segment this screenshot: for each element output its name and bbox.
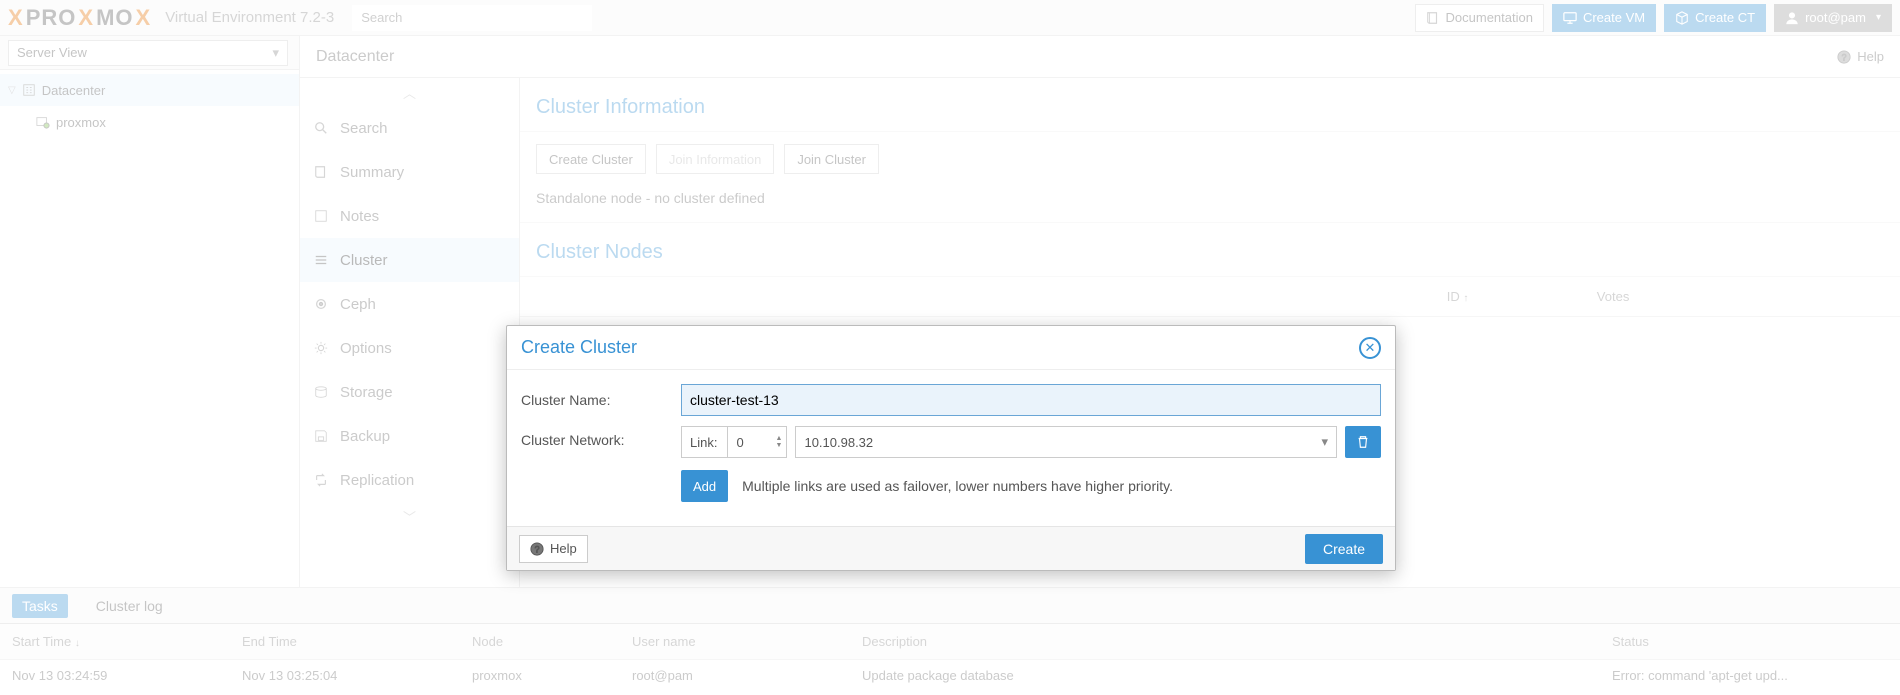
svg-text:?: ? (535, 544, 540, 554)
link-ip-combo[interactable]: 10.10.98.32 ▾ (795, 426, 1337, 458)
cluster-name-label: Cluster Name: (521, 392, 681, 408)
dialog-create-button[interactable]: Create (1305, 534, 1383, 564)
dialog-title: Create Cluster (521, 337, 637, 358)
chevron-down-icon: ▾ (1321, 434, 1328, 450)
spinner-arrows-icon: ▲▼ (776, 435, 783, 449)
failover-hint: Multiple links are used as failover, low… (742, 478, 1173, 494)
cluster-network-label: Cluster Network: (521, 426, 681, 448)
help-icon: ? (530, 542, 544, 556)
trash-icon (1356, 435, 1370, 449)
remove-link-button[interactable] (1345, 426, 1381, 458)
cluster-name-input[interactable] (681, 384, 1381, 416)
close-icon: ✕ (1365, 340, 1376, 356)
link-label: Link: (681, 426, 727, 458)
dialog-close-button[interactable]: ✕ (1359, 337, 1381, 359)
link-number-spinner[interactable]: 0 ▲▼ (727, 426, 787, 458)
dialog-help-button[interactable]: ? Help (519, 535, 588, 563)
add-link-button[interactable]: Add (681, 470, 728, 502)
create-cluster-dialog: Create Cluster ✕ Cluster Name: Cluster N… (506, 325, 1396, 571)
